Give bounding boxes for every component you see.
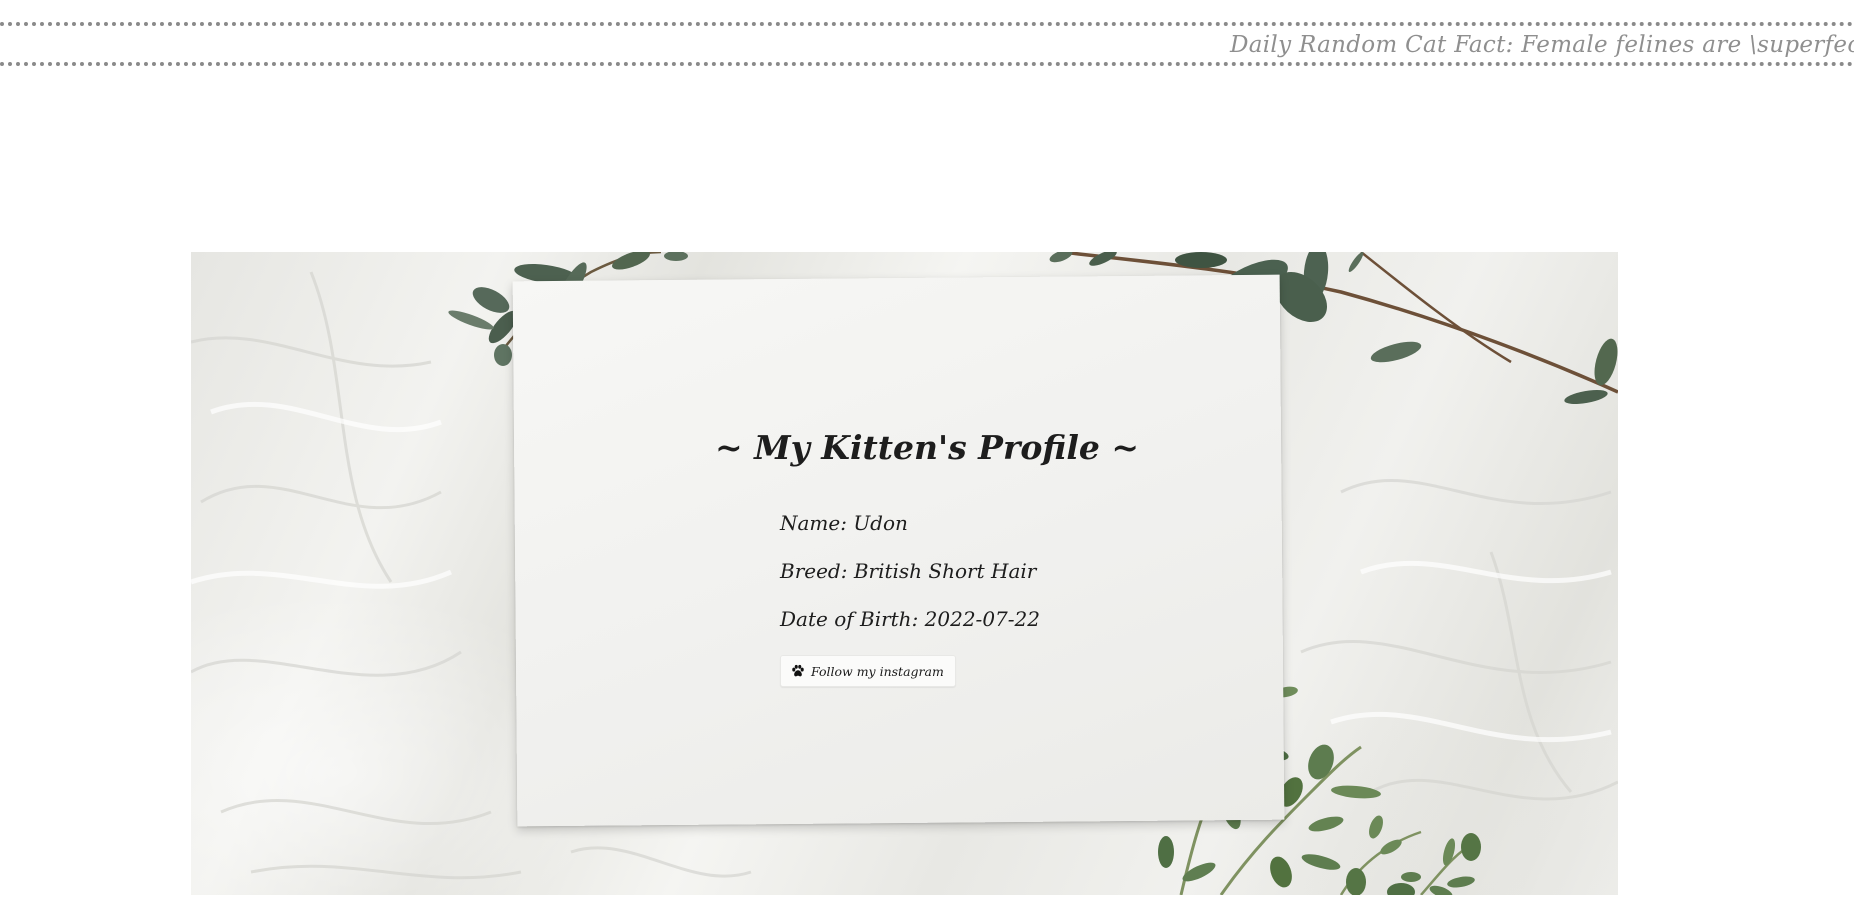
paw-icon	[792, 664, 804, 677]
profile-title: ~ My Kitten's Profile ~	[714, 428, 1140, 467]
follow-instagram-label: Follow my instagram	[811, 663, 944, 679]
profile-card	[512, 274, 1285, 827]
cat-fact-text: Daily Random Cat Fact: Female felines ar…	[1230, 32, 1854, 58]
kitten-breed: Breed: British Short Hair	[780, 559, 1037, 583]
cat-fact-marquee: Daily Random Cat Fact: Female felines ar…	[0, 22, 1854, 66]
follow-instagram-button[interactable]: Follow my instagram	[780, 655, 956, 687]
kitten-date-of-birth: Date of Birth: 2022-07-22	[780, 607, 1040, 631]
kitten-name: Name: Udon	[780, 511, 908, 535]
